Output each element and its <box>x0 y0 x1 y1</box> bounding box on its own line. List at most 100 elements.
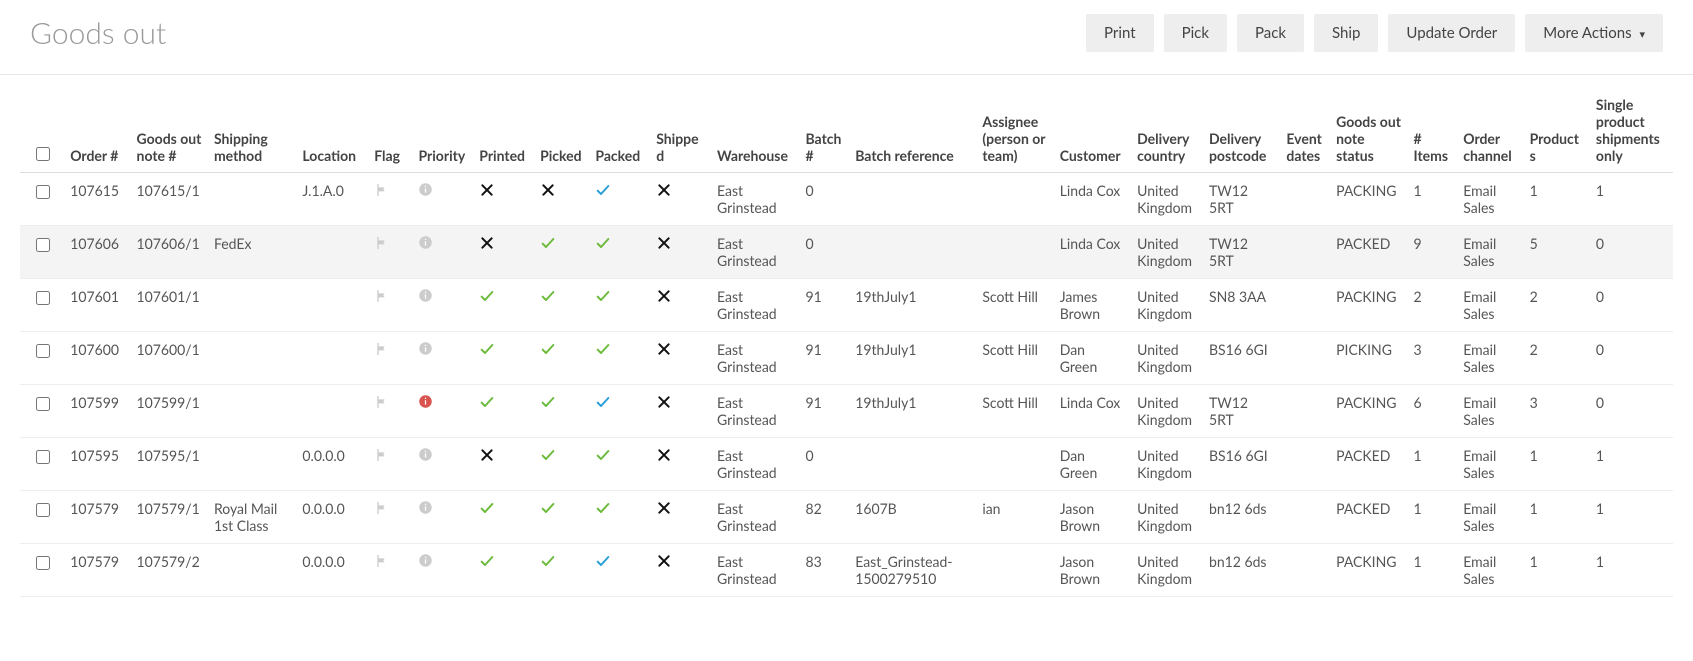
priority-icon[interactable] <box>418 342 433 359</box>
col-warehouse[interactable]: Warehouse <box>711 87 799 173</box>
flag-icon[interactable] <box>374 555 390 572</box>
col-packed[interactable]: Packed <box>589 87 650 173</box>
cell-country: United Kingdom <box>1131 544 1203 597</box>
flag-icon[interactable] <box>374 184 390 201</box>
table-row[interactable]: 107579 107579/2 0.0.0.0 East Grinstead 8… <box>20 544 1673 597</box>
cell-warehouse: East Grinstead <box>711 279 799 332</box>
cell-single: 0 <box>1590 279 1673 332</box>
col-order[interactable]: Order # <box>64 87 130 173</box>
flag-icon[interactable] <box>374 502 390 519</box>
row-checkbox[interactable] <box>36 185 50 199</box>
col-eventdates[interactable]: Event dates <box>1280 87 1330 173</box>
pack-button[interactable]: Pack <box>1237 14 1304 52</box>
cell-products: 3 <box>1524 385 1590 438</box>
row-checkbox[interactable] <box>36 503 50 517</box>
col-batchref[interactable]: Batch reference <box>849 87 976 173</box>
cell-shipping <box>208 173 296 226</box>
cell-warehouse: East Grinstead <box>711 385 799 438</box>
print-button[interactable]: Print <box>1086 14 1154 52</box>
col-picked[interactable]: Picked <box>534 87 589 173</box>
cell-country: United Kingdom <box>1131 491 1203 544</box>
cell-channel: Email Sales <box>1457 438 1523 491</box>
cell-items: 1 <box>1408 438 1458 491</box>
cell-items: 1 <box>1408 173 1458 226</box>
flag-icon[interactable] <box>374 343 390 360</box>
cell-country: United Kingdom <box>1131 279 1203 332</box>
row-checkbox[interactable] <box>36 344 50 358</box>
cell-printed <box>473 544 534 597</box>
cell-gon: 107579/2 <box>131 544 208 597</box>
col-products[interactable]: Products <box>1524 87 1590 173</box>
cell-shipped <box>650 438 711 491</box>
table-row[interactable]: 107615 107615/1 J.1.A.0 East Grinstead 0… <box>20 173 1673 226</box>
priority-icon[interactable] <box>418 554 433 571</box>
col-batch[interactable]: Batch # <box>799 87 849 173</box>
pick-button[interactable]: Pick <box>1164 14 1227 52</box>
col-channel[interactable]: Order channel <box>1457 87 1523 173</box>
cell-channel: Email Sales <box>1457 279 1523 332</box>
cell-eventdates <box>1280 226 1330 279</box>
flag-icon[interactable] <box>374 396 390 413</box>
select-all-header <box>20 87 64 173</box>
cell-order: 107606 <box>64 226 130 279</box>
cell-assignee: Scott Hill <box>976 332 1053 385</box>
row-checkbox[interactable] <box>36 450 50 464</box>
cell-picked <box>534 332 589 385</box>
ship-button[interactable]: Ship <box>1314 14 1378 52</box>
cell-printed <box>473 279 534 332</box>
cell-customer: James Brown <box>1054 279 1131 332</box>
cell-gon: 107600/1 <box>131 332 208 385</box>
table-row[interactable]: 107601 107601/1 East Grinstead 91 19thJu… <box>20 279 1673 332</box>
row-checkbox[interactable] <box>36 556 50 570</box>
col-country[interactable]: Delivery country <box>1131 87 1203 173</box>
col-items[interactable]: # Items <box>1408 87 1458 173</box>
priority-icon[interactable] <box>418 448 433 465</box>
cell-postcode: TW12 5RT <box>1203 226 1280 279</box>
table-row[interactable]: 107579 107579/1 Royal Mail 1st Class 0.0… <box>20 491 1673 544</box>
flag-icon[interactable] <box>374 290 390 307</box>
more-actions-button[interactable]: More Actions ▾ <box>1525 14 1663 52</box>
cell-picked <box>534 279 589 332</box>
priority-icon[interactable] <box>418 289 433 306</box>
page-header: Goods out Print Pick Pack Ship Update Or… <box>0 0 1693 75</box>
cell-eventdates <box>1280 173 1330 226</box>
row-checkbox[interactable] <box>36 397 50 411</box>
cell-packed <box>589 544 650 597</box>
col-customer[interactable]: Customer <box>1054 87 1131 173</box>
col-assignee[interactable]: Assignee (person or team) <box>976 87 1053 173</box>
cell-items: 9 <box>1408 226 1458 279</box>
cell-eventdates <box>1280 279 1330 332</box>
flag-icon[interactable] <box>374 449 390 466</box>
flag-icon[interactable] <box>374 237 390 254</box>
table-row[interactable]: 107599 107599/1 East Grinstead 91 19thJu… <box>20 385 1673 438</box>
table-row[interactable]: 107600 107600/1 East Grinstead 91 19thJu… <box>20 332 1673 385</box>
cell-order: 107600 <box>64 332 130 385</box>
table-row[interactable]: 107595 107595/1 0.0.0.0 East Grinstead 0… <box>20 438 1673 491</box>
cell-batchref: 1607B <box>849 491 976 544</box>
col-status[interactable]: Goods out note status <box>1330 87 1407 173</box>
col-printed[interactable]: Printed <box>473 87 534 173</box>
table-row[interactable]: 107606 107606/1 FedEx East Grinstead 0 L… <box>20 226 1673 279</box>
col-shipping[interactable]: Shipping method <box>208 87 296 173</box>
priority-icon[interactable] <box>418 501 433 518</box>
cell-postcode: BS16 6GI <box>1203 332 1280 385</box>
col-gon[interactable]: Goods out note # <box>131 87 208 173</box>
cell-products: 1 <box>1524 438 1590 491</box>
priority-icon[interactable] <box>418 395 433 412</box>
cell-order: 107599 <box>64 385 130 438</box>
col-postcode[interactable]: Delivery postcode <box>1203 87 1280 173</box>
priority-icon[interactable] <box>418 236 433 253</box>
col-location[interactable]: Location <box>296 87 368 173</box>
col-single[interactable]: Single product shipments only <box>1590 87 1673 173</box>
col-priority[interactable]: Priority <box>412 87 473 173</box>
cell-country: United Kingdom <box>1131 385 1203 438</box>
select-all-checkbox[interactable] <box>36 147 50 161</box>
col-shipped[interactable]: Shipped <box>650 87 711 173</box>
col-flag[interactable]: Flag <box>368 87 412 173</box>
update-order-button[interactable]: Update Order <box>1388 14 1515 52</box>
row-checkbox[interactable] <box>36 291 50 305</box>
row-checkbox[interactable] <box>36 238 50 252</box>
cell-packed <box>589 173 650 226</box>
cell-customer: Linda Cox <box>1054 173 1131 226</box>
priority-icon[interactable] <box>418 183 433 200</box>
